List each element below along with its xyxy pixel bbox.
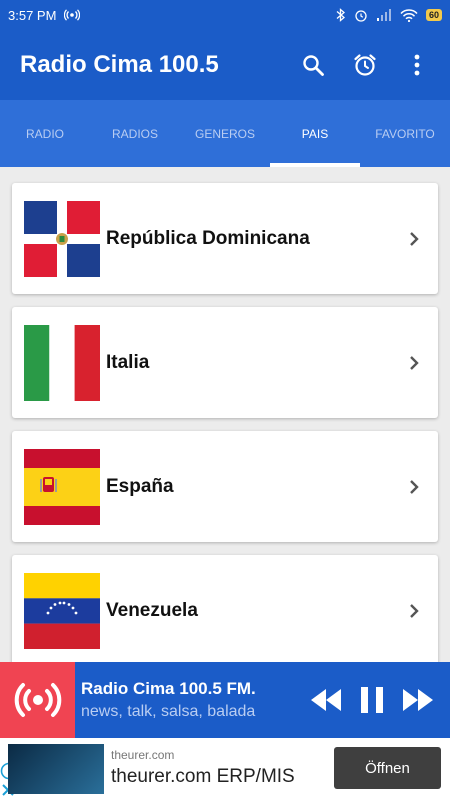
radio-broadcast-icon xyxy=(0,662,75,738)
search-icon[interactable] xyxy=(300,52,326,78)
broadcast-icon xyxy=(64,9,81,21)
country-name: Venezuela xyxy=(106,599,198,621)
ad-headline: theurer.com ERP/MIS xyxy=(111,766,295,787)
country-name: Italia xyxy=(106,351,150,373)
chevron-right-icon xyxy=(402,227,426,251)
list-item-espana[interactable]: España xyxy=(12,431,438,542)
alarm-status-icon xyxy=(354,8,368,22)
status-time: 3:57 PM xyxy=(8,7,57,23)
list-item-venezuela[interactable]: Venezuela xyxy=(12,555,438,662)
ad-thumbnail xyxy=(8,744,104,794)
list-item-italia[interactable]: Italia xyxy=(12,307,438,418)
chevron-right-icon xyxy=(402,475,426,499)
tab-bar: RADIO RADIOS GENEROS PAIS FAVORITO xyxy=(0,100,450,167)
chevron-right-icon xyxy=(402,599,426,623)
bluetooth-icon xyxy=(336,8,346,22)
alarm-icon[interactable] xyxy=(352,52,378,78)
spain-flag xyxy=(24,448,100,525)
tab-radios[interactable]: RADIOS xyxy=(90,100,180,167)
more-vert-icon[interactable] xyxy=(404,52,430,78)
now-playing-bar[interactable]: Radio Cima 100.5 FM. news, talk, salsa, … xyxy=(0,662,450,738)
station-subtitle: news, talk, salsa, balada xyxy=(81,703,256,720)
country-name: República Dominicana xyxy=(106,227,310,249)
dominican-republic-flag xyxy=(24,200,100,277)
rewind-icon[interactable] xyxy=(310,689,342,711)
country-list: República Dominicana Italia España Venez… xyxy=(0,167,450,662)
signal-icon xyxy=(376,9,392,21)
ad-banner[interactable]: theurer.com theurer.com ERP/MIS Öffnen xyxy=(0,738,450,800)
ad-open-button[interactable]: Öffnen xyxy=(334,747,441,789)
app-bar: Radio Cima 100.5 xyxy=(0,30,450,100)
chevron-right-icon xyxy=(402,351,426,375)
fast-forward-icon[interactable] xyxy=(402,689,434,711)
venezuela-flag xyxy=(24,572,100,649)
tab-radio[interactable]: RADIO xyxy=(0,100,90,167)
status-bar: 3:57 PM 60 xyxy=(0,0,450,30)
station-title: Radio Cima 100.5 FM. xyxy=(81,679,256,698)
ad-domain: theurer.com xyxy=(111,748,175,762)
app-title: Radio Cima 100.5 xyxy=(20,51,219,78)
list-item-republica-dominicana[interactable]: República Dominicana xyxy=(12,183,438,294)
italy-flag xyxy=(24,324,100,401)
wifi-icon xyxy=(400,8,418,22)
battery-icon: 60 xyxy=(425,9,442,21)
tab-generos[interactable]: GENEROS xyxy=(180,100,270,167)
tab-pais[interactable]: PAIS xyxy=(270,100,360,167)
tab-favorito[interactable]: FAVORITO xyxy=(360,100,450,167)
country-name: España xyxy=(106,475,174,497)
pause-icon[interactable] xyxy=(360,687,384,713)
